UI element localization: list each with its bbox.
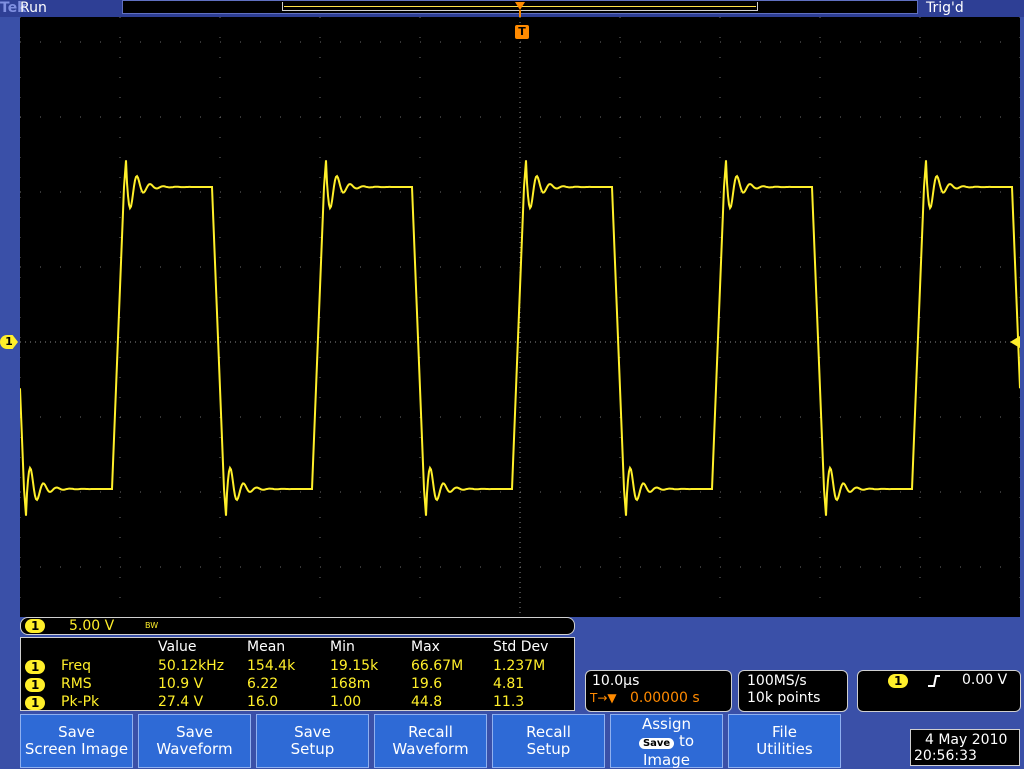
trigger-level: 0.00 V (962, 672, 1008, 688)
horizontal-settings[interactable]: 10.0µs T→▼ 0.00000 s (585, 670, 732, 712)
col-header-max: Max (411, 639, 440, 655)
channel-1-badge: 1 (25, 660, 46, 674)
date-time-display: 4 May 2010 20:56:33 (910, 729, 1020, 766)
save-setup-button[interactable]: Save Setup (256, 714, 369, 768)
recall-setup-button[interactable]: Recall Setup (492, 714, 605, 768)
measurement-value: 50.12kHz (158, 658, 225, 674)
button-label: Image (643, 751, 690, 769)
file-utilities-button[interactable]: File Utilities (728, 714, 841, 768)
measurement-name: Pk-Pk (61, 694, 100, 710)
measurement-name: RMS (61, 676, 92, 692)
button-label: Waveform (392, 740, 469, 758)
button-label: Screen Image (24, 740, 129, 758)
horizontal-delay: 0.00000 s (630, 690, 700, 706)
trigger-time-marker[interactable]: T (515, 25, 529, 39)
measurement-mean: 6.22 (247, 676, 279, 692)
button-label: Setup (526, 740, 571, 758)
assign-save-to-image-button[interactable]: Assign Save to Image (610, 714, 723, 769)
measurement-max: 19.6 (411, 676, 443, 692)
col-header-min: Min (330, 639, 355, 655)
button-label: to (678, 732, 695, 750)
measurement-mean: 16.0 (247, 694, 279, 710)
col-header-std-dev: Std Dev (493, 639, 549, 655)
measurement-name: Freq (61, 658, 91, 674)
measurement-min: 168m (330, 676, 371, 692)
trigger-source-badge: 1 (888, 674, 909, 688)
button-label: Waveform (156, 740, 233, 758)
status-bar: Tek Run Trig'd (0, 0, 1024, 19)
acquisition-settings[interactable]: 100MS/s 10k points (738, 670, 848, 712)
acquisition-state: Run (20, 0, 47, 16)
measurements-table[interactable]: Value Mean Min Max Std Dev 1 Freq 50.12k… (20, 637, 575, 711)
col-header-mean: Mean (247, 639, 286, 655)
table-row: 1 RMS 10.9 V 6.22 168m 19.6 4.81 (21, 676, 576, 694)
measurement-min: 1.00 (330, 694, 362, 710)
measurement-std: 11.3 (493, 694, 525, 710)
recall-waveform-button[interactable]: Recall Waveform (374, 714, 487, 768)
waveform-display[interactable]: T (20, 17, 1020, 617)
button-label: Save (294, 723, 331, 741)
save-key-badge: Save (638, 738, 675, 749)
col-header-value: Value (158, 639, 197, 655)
delay-icon: T→▼ (590, 691, 617, 705)
save-screen-image-button[interactable]: Save Screen Image (20, 714, 133, 768)
measurement-min: 19.15k (330, 658, 379, 674)
channel-scale-bar[interactable]: 1 5.00 V BW (20, 617, 575, 635)
button-label: Save (58, 723, 95, 741)
rising-edge-icon (928, 675, 940, 687)
vertical-scale: 5.00 V (69, 618, 115, 634)
measurement-max: 66.67M (411, 658, 464, 674)
table-row: 1 Pk-Pk 27.4 V 16.0 1.00 44.8 11.3 (21, 694, 576, 712)
trigger-status: Trig'd (926, 0, 964, 16)
button-label: Save (176, 723, 213, 741)
measurement-value: 10.9 V (158, 676, 204, 692)
horizontal-scale: 10.0µs (592, 673, 640, 689)
channel-1-badge: 1 (25, 678, 46, 692)
button-label: Utilities (756, 740, 813, 758)
button-label: Recall (408, 723, 453, 741)
channel-1-ground-marker[interactable]: 1 (0, 335, 18, 349)
date: 4 May 2010 (925, 732, 1008, 748)
table-row: 1 Freq 50.12kHz 154.4k 19.15k 66.67M 1.2… (21, 658, 576, 676)
channel-1-badge: 1 (25, 696, 46, 710)
measurement-std: 4.81 (493, 676, 525, 692)
button-label: Assign (641, 715, 692, 733)
sample-rate: 100MS/s (747, 673, 807, 689)
channel-1-badge: 1 (25, 619, 46, 633)
button-label: Setup (290, 740, 335, 758)
save-waveform-button[interactable]: Save Waveform (138, 714, 251, 768)
measurement-mean: 154.4k (247, 658, 296, 674)
measurement-std: 1.237M (493, 658, 546, 674)
trigger-settings[interactable]: 1 0.00 V (857, 670, 1021, 712)
bandwidth-limit-icon: BW (145, 621, 159, 630)
measurement-value: 27.4 V (158, 694, 204, 710)
record-length: 10k points (747, 690, 821, 706)
button-label: Recall (526, 723, 571, 741)
button-label: File (771, 723, 798, 741)
time: 20:56:33 (914, 748, 977, 764)
measurement-max: 44.8 (411, 694, 443, 710)
trigger-level-marker[interactable] (1010, 336, 1020, 348)
graticule (20, 17, 1020, 617)
